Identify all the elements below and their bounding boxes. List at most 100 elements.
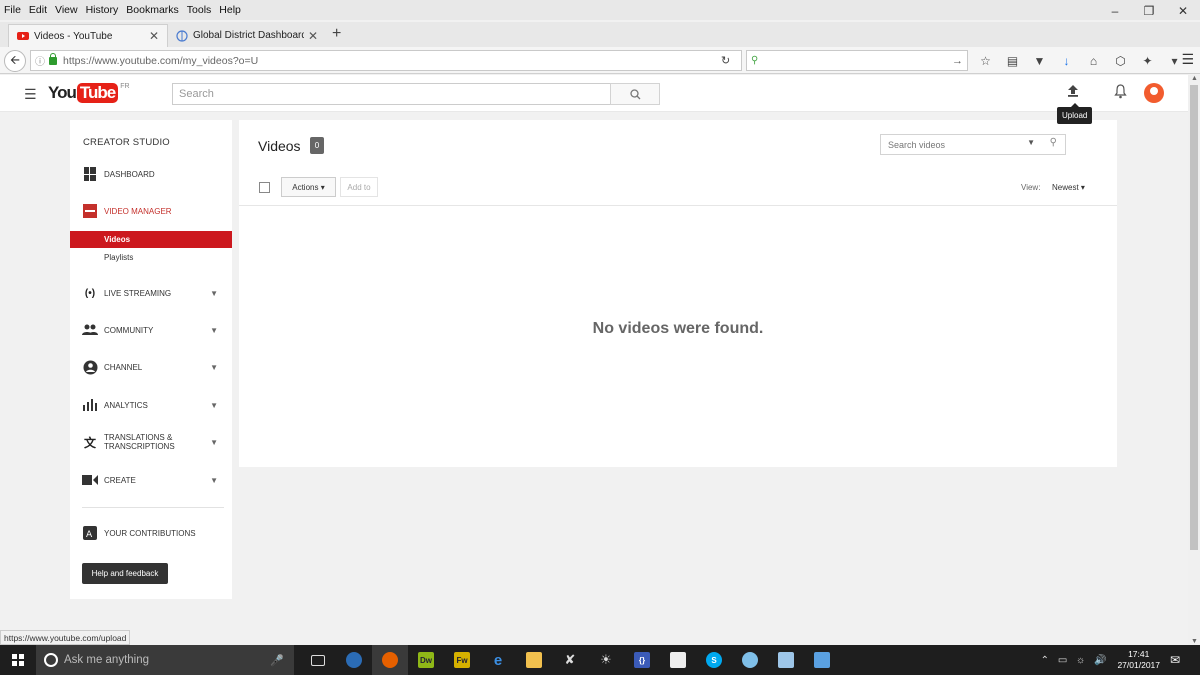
firefox-icon[interactable] (372, 645, 408, 675)
chevron-down-icon: ▼ (210, 325, 218, 335)
home-icon[interactable]: ⌂ (1080, 54, 1107, 68)
go-arrow-icon[interactable]: → (952, 55, 963, 67)
logo-you-text: You (48, 83, 77, 102)
tray-icons[interactable]: ⌃ ▭ ☼ 🔊 (1041, 655, 1110, 666)
store-icon[interactable] (660, 645, 696, 675)
close-tab-icon[interactable]: ✕ (308, 29, 318, 43)
sidebar-item-community[interactable]: COMMUNITY ▼ (70, 317, 232, 343)
select-all-checkbox[interactable] (259, 182, 270, 193)
guide-menu-icon[interactable]: ☰ (24, 86, 37, 103)
upload-arrow-icon (1068, 85, 1078, 97)
cortana-search-text: Ask me anything (64, 654, 150, 666)
outlook-icon[interactable] (336, 645, 372, 675)
sidebar-subitem-videos[interactable]: Videos (70, 231, 232, 248)
addon-icon[interactable]: ✦ (1134, 54, 1161, 68)
window-controls: – ❐ ✕ (1098, 0, 1200, 22)
sidebar-item-analytics[interactable]: ANALYTICS ▼ (70, 392, 232, 418)
help-and-feedback-button[interactable]: Help and feedback (82, 563, 168, 584)
menu-view[interactable]: View (51, 4, 82, 16)
scrollbar-thumb[interactable] (1190, 85, 1198, 550)
task-view-icon[interactable] (300, 645, 336, 675)
menu-tools[interactable]: Tools (183, 4, 216, 16)
youtube-logo[interactable]: You Tube FR (48, 83, 130, 103)
notifications-bell-icon[interactable] (1114, 84, 1127, 102)
clock-date: 27/01/2017 (1117, 660, 1160, 670)
menu-file[interactable]: File (0, 4, 25, 16)
lock-icon[interactable] (49, 52, 57, 65)
windows-taskbar: Ask me anything 🎤 Dw Fw e ✘ ☀ {} S ⌃ ▭ ☼… (0, 645, 1200, 675)
tab-dashboard[interactable]: Global District Dashboard ✕ (168, 24, 326, 47)
reading-list-icon[interactable]: ▤ (999, 54, 1026, 68)
start-button[interactable] (0, 645, 36, 675)
browser-menu-icon[interactable]: ☰ (1181, 51, 1194, 68)
video-manager-panel: Videos 0 Search videos ▼ ⚲ Actions ▾ Add… (239, 120, 1117, 467)
dreamweaver-icon[interactable]: Dw (408, 645, 444, 675)
microphone-icon[interactable]: 🎤 (270, 654, 284, 667)
file-explorer-icon[interactable] (516, 645, 552, 675)
search-videos-input[interactable]: Search videos ▼ ⚲ (880, 134, 1066, 155)
clock[interactable]: 17:41 27/01/2017 (1117, 649, 1160, 671)
remote-desktop-icon[interactable] (804, 645, 840, 675)
actions-dropdown-button[interactable]: Actions ▾ (281, 177, 336, 197)
tools-icon[interactable]: ✘ (552, 645, 588, 675)
browser-search-field[interactable]: ⚲ → (746, 50, 968, 71)
sidebar-item-dashboard[interactable]: DASHBOARD (70, 161, 232, 187)
restore-icon[interactable]: ❐ (1132, 0, 1166, 22)
search-icon[interactable]: ⚲ (1050, 137, 1057, 148)
page-scrollbar[interactable]: ▲ ▼ (1188, 75, 1200, 645)
pocket-icon[interactable]: ▼ (1026, 54, 1053, 68)
skype-icon[interactable]: S (696, 645, 732, 675)
search-engine-icon[interactable]: ⚲ (751, 55, 758, 66)
youtube-search-input[interactable]: Search (172, 83, 611, 105)
close-tab-icon[interactable]: ✕ (149, 29, 159, 43)
tab-youtube[interactable]: Videos - YouTube ✕ (8, 24, 168, 47)
edge-icon[interactable]: e (480, 645, 516, 675)
video-toolbar: Actions ▾ Add to View: Newest ▾ (239, 177, 1117, 206)
address-bar[interactable]: ⓘ https://www.youtube.com/my_videos?o=U … (30, 50, 742, 71)
video-manager-icon (82, 203, 98, 219)
logo-tube-text: Tube (76, 83, 119, 103)
menu-help[interactable]: Help (215, 4, 245, 16)
navigation-bar: 🡨 ⓘ https://www.youtube.com/my_videos?o=… (0, 47, 1200, 74)
close-window-icon[interactable]: ✕ (1166, 0, 1200, 22)
extension-icon[interactable]: ⬡ (1107, 54, 1134, 68)
new-tab-icon[interactable]: + (332, 25, 341, 43)
back-arrow-icon[interactable]: 🡨 (4, 50, 26, 72)
sidebar-item-create[interactable]: CREATE ▼ (70, 467, 232, 493)
account-avatar[interactable] (1144, 83, 1164, 103)
info-icon[interactable]: ⓘ (35, 53, 45, 68)
scroll-up-arrow-icon[interactable]: ▲ (1191, 75, 1198, 82)
sidebar-item-live-streaming[interactable]: (•) LIVE STREAMING ▼ (70, 280, 232, 306)
creator-studio-title[interactable]: CREATOR STUDIO (83, 137, 170, 148)
fireworks-icon[interactable]: Fw (444, 645, 480, 675)
menu-edit[interactable]: Edit (25, 4, 51, 16)
url-text: https://www.youtube.com/my_videos?o=U (63, 54, 259, 67)
minimize-icon[interactable]: – (1098, 0, 1132, 22)
notepad-icon[interactable] (768, 645, 804, 675)
brightness-icon[interactable]: ☀ (588, 645, 624, 675)
add-to-button[interactable]: Add to (340, 177, 378, 197)
menu-history[interactable]: History (82, 4, 123, 16)
upload-button[interactable] (1066, 84, 1080, 101)
sidebar-item-translations[interactable]: 文 TRANSLATIONS & TRANSCRIPTIONS ▼ (70, 429, 232, 455)
link-status-bar: https://www.youtube.com/upload (0, 630, 131, 645)
dropdown-arrow-icon[interactable]: ▼ (1027, 138, 1035, 147)
code-editor-icon[interactable]: {} (624, 645, 660, 675)
live-broadcast-icon: (•) (84, 287, 96, 299)
download-icon[interactable]: ↓ (1053, 54, 1080, 68)
cortana-search-box[interactable]: Ask me anything 🎤 (36, 645, 294, 675)
sidebar-item-label: ANALYTICS (104, 400, 148, 410)
menu-bookmarks[interactable]: Bookmarks (122, 4, 183, 16)
scroll-down-arrow-icon[interactable]: ▼ (1191, 638, 1198, 645)
sidebar-subitem-playlists[interactable]: Playlists (70, 249, 232, 266)
bookmark-star-icon[interactable]: ☆ (972, 54, 999, 68)
reload-icon[interactable]: ↻ (721, 54, 741, 67)
sidebar-item-your-contributions[interactable]: A YOUR CONTRIBUTIONS (70, 520, 232, 546)
sidebar-item-video-manager[interactable]: VIDEO MANAGER (70, 198, 232, 224)
action-center-icon[interactable]: ✉ (1170, 653, 1194, 667)
sort-dropdown[interactable]: Newest ▾ (1052, 183, 1085, 192)
sort-value: Newest (1052, 183, 1079, 192)
chrome-icon[interactable] (732, 645, 768, 675)
youtube-search-button[interactable] (610, 83, 660, 105)
sidebar-item-channel[interactable]: CHANNEL ▼ (70, 354, 232, 380)
